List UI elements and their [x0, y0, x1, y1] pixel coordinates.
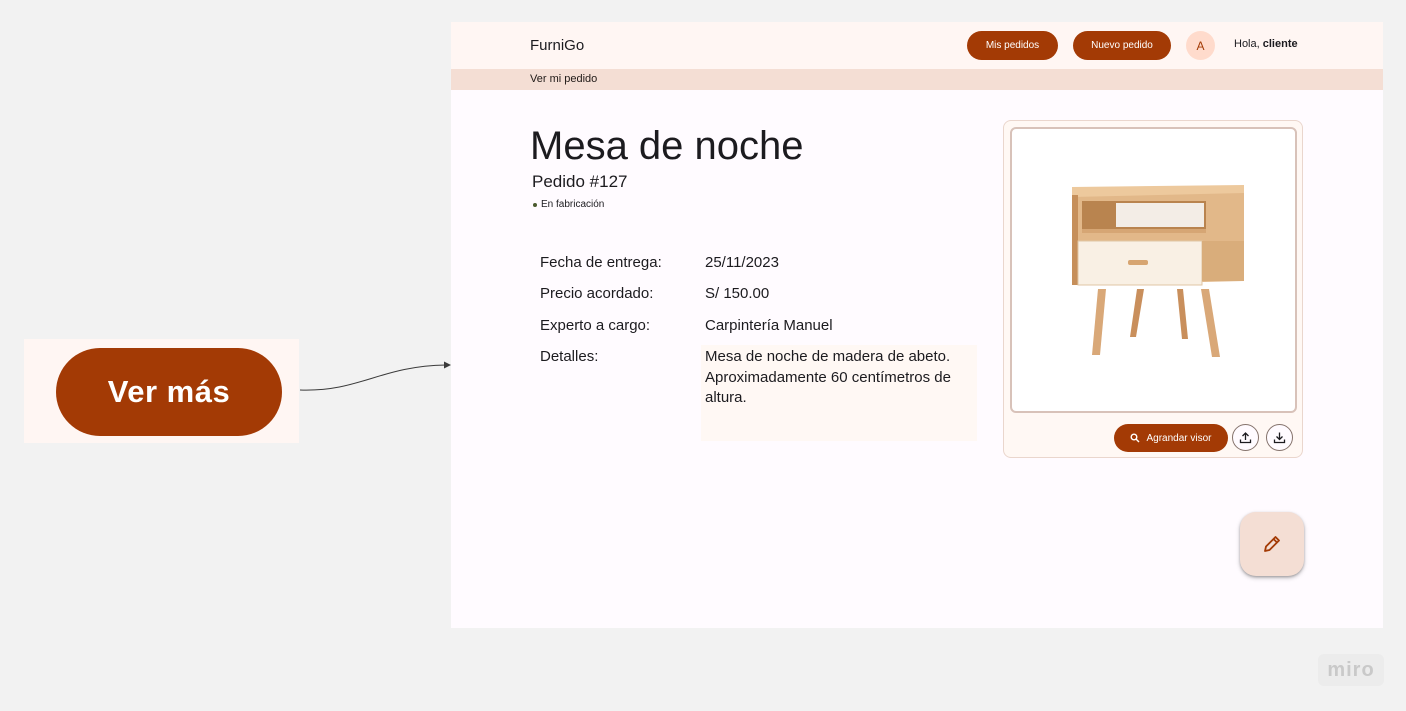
nightstand-illustration [1072, 185, 1244, 357]
download-button[interactable] [1266, 424, 1293, 451]
page-title: Mesa de noche [530, 124, 804, 168]
details-label: Detalles: [540, 348, 599, 365]
details-text: Mesa de noche de madera de abeto. Aproxi… [705, 348, 951, 406]
search-icon [1130, 433, 1140, 443]
breadcrumb: Ver mi pedido [530, 73, 598, 85]
brand-logo[interactable]: FurniGo [530, 37, 584, 54]
greeting-user: cliente [1262, 38, 1298, 50]
app-frame: FurniGo Mis pedidos Nuevo pedido A Hola,… [451, 22, 1383, 628]
order-number: Pedido #127 [532, 172, 628, 191]
share-button[interactable] [1232, 424, 1259, 451]
agreed-price-label: Precio acordado: [540, 285, 654, 302]
enlarge-viewer-button[interactable]: Agrandar visor [1114, 424, 1228, 452]
status-dot-icon [533, 202, 537, 207]
expert-value: Carpintería Manuel [705, 317, 833, 334]
avatar[interactable]: A [1186, 31, 1215, 60]
greeting-prefix: Hola, [1234, 38, 1263, 50]
top-app-bar: FurniGo Mis pedidos Nuevo pedido A Hola,… [451, 22, 1383, 69]
new-order-button[interactable]: Nuevo pedido [1073, 31, 1171, 60]
breadcrumb-bar: Ver mi pedido [451, 69, 1383, 90]
enlarge-viewer-label: Agrandar visor [1146, 432, 1212, 444]
product-viewer: Agrandar visor [1003, 120, 1303, 458]
status-badge: En fabricación [533, 199, 604, 210]
greeting: Hola, cliente [1234, 38, 1298, 50]
upload-icon [1239, 432, 1252, 444]
delivery-date-value: 25/11/2023 [705, 254, 779, 271]
product-image [1010, 127, 1297, 413]
download-icon [1273, 432, 1286, 444]
edit-pencil-icon [1264, 536, 1280, 552]
zoomed-button-callout: Ver más [24, 339, 299, 443]
expert-label: Experto a cargo: [540, 317, 651, 334]
status-label: En fabricación [541, 199, 605, 210]
agreed-price-value: S/ 150.00 [705, 285, 770, 302]
miro-watermark: miro [1318, 654, 1384, 686]
ver-mas-button[interactable]: Ver más [56, 348, 282, 436]
edit-order-fab[interactable] [1240, 512, 1304, 576]
delivery-date-label: Fecha de entrega: [540, 254, 662, 271]
my-orders-button[interactable]: Mis pedidos [967, 31, 1058, 60]
